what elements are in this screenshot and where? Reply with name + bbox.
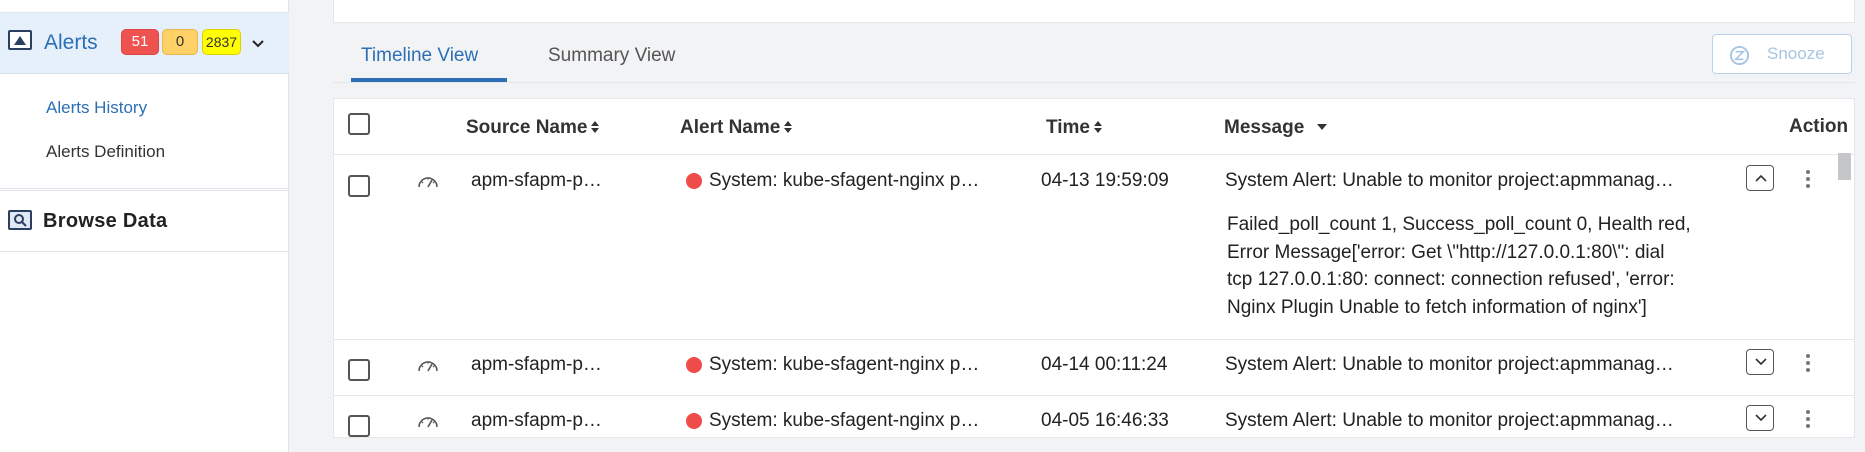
table-row[interactable]: apm-sfapm-p… System: kube-sfagent-nginx …: [334, 340, 1854, 396]
severity-critical-dot: [686, 357, 702, 373]
column-action: Action: [1789, 116, 1849, 137]
alerts-table: Source Name Alert Name Time Message Acti…: [333, 98, 1855, 438]
time-cell: 04-05 16:46:33: [1041, 410, 1169, 431]
more-actions-icon[interactable]: [1805, 409, 1811, 429]
sort-icon: [784, 121, 793, 133]
row-checkbox[interactable]: [348, 415, 370, 437]
select-all-checkbox[interactable]: [348, 113, 370, 135]
time-cell: 04-13 19:59:09: [1041, 170, 1169, 191]
tabs-divider: [333, 82, 1855, 83]
column-label: Time: [1046, 117, 1091, 138]
source-name-cell[interactable]: apm-sfapm-p…: [471, 170, 602, 192]
source-name-cell[interactable]: apm-sfapm-p…: [471, 354, 602, 376]
message-detail-line: tcp 127.0.0.1:80: connect: connection re…: [1227, 269, 1675, 290]
sidebar: Alerts 51 0 2837 Alerts History Alerts D…: [0, 0, 289, 452]
table-scrollbar[interactable]: [1838, 153, 1851, 180]
chevron-up-icon: [1755, 174, 1767, 182]
severity-critical-dot: [686, 173, 702, 189]
message-detail-line: Nginx Plugin Unable to fetch information…: [1227, 296, 1647, 318]
column-time[interactable]: Time: [1046, 117, 1103, 139]
snooze-clock-icon: [1729, 45, 1750, 66]
message-detail: Failed_poll_count 1, Success_poll_count …: [1227, 211, 1691, 321]
gauge-icon: [418, 417, 438, 428]
sidebar-item-alerts-definition[interactable]: Alerts Definition: [46, 142, 165, 162]
alert-name-cell[interactable]: System: kube-sfagent-nginx p…: [709, 170, 979, 192]
sort-icon: [1094, 121, 1103, 133]
gauge-icon: [418, 177, 438, 188]
column-source-name[interactable]: Source Name: [466, 117, 600, 139]
table-header: Source Name Alert Name Time Message Acti…: [334, 99, 1854, 155]
message-cell[interactable]: System Alert: Unable to monitor project:…: [1225, 410, 1674, 432]
message-cell[interactable]: System Alert: Unable to monitor project:…: [1225, 170, 1674, 192]
message-cell[interactable]: System Alert: Unable to monitor project:…: [1225, 354, 1674, 376]
time-cell: 04-14 00:11:24: [1041, 354, 1168, 375]
collapse-row-button[interactable]: [1746, 165, 1774, 191]
warning-count-badge[interactable]: 0: [162, 29, 198, 55]
top-panel: [333, 0, 1855, 23]
sidebar-divider: [0, 251, 289, 252]
alert-name-cell[interactable]: System: kube-sfagent-nginx p…: [709, 354, 979, 376]
tab-timeline-view[interactable]: Timeline View: [361, 45, 478, 67]
message-detail-line: Failed_poll_count 1, Success_poll_count …: [1227, 214, 1691, 235]
sidebar-divider: [0, 190, 289, 191]
sidebar-section-alerts[interactable]: Alerts 51 0 2837: [0, 13, 289, 74]
alert-name-cell[interactable]: System: kube-sfagent-nginx p…: [709, 410, 979, 432]
column-alert-name[interactable]: Alert Name: [680, 117, 793, 139]
sort-icon: [591, 121, 600, 133]
column-label: Alert Name: [680, 117, 781, 138]
sidebar-divider: [0, 188, 289, 189]
expand-row-button[interactable]: [1746, 349, 1774, 375]
column-label: Message: [1224, 117, 1305, 138]
column-label: Source Name: [466, 117, 588, 138]
table-row[interactable]: apm-sfapm-p… System: kube-sfagent-nginx …: [334, 156, 1854, 340]
info-count-badge[interactable]: 2837: [202, 29, 241, 55]
snooze-label: Snooze: [1767, 44, 1825, 63]
sidebar-item-alerts-history[interactable]: Alerts History: [46, 98, 147, 118]
table-row[interactable]: apm-sfapm-p… System: kube-sfagent-nginx …: [334, 396, 1854, 437]
chevron-down-icon: [1755, 358, 1767, 366]
column-message[interactable]: Message: [1224, 117, 1328, 139]
chevron-down-icon: [1755, 414, 1767, 422]
browse-data-icon: [8, 210, 32, 230]
more-actions-icon[interactable]: [1805, 169, 1811, 189]
gauge-icon: [418, 361, 438, 372]
row-checkbox[interactable]: [348, 359, 370, 381]
message-detail-line: Error Message['error: Get \"http://127.0…: [1227, 241, 1665, 263]
sort-desc-icon: [1317, 124, 1328, 130]
more-actions-icon[interactable]: [1805, 353, 1811, 373]
tab-summary-view[interactable]: Summary View: [548, 45, 675, 67]
alerts-label: Alerts: [44, 31, 98, 54]
severity-critical-dot: [686, 413, 702, 429]
alerts-monitor-icon: [8, 30, 32, 50]
critical-count-badge[interactable]: 51: [121, 29, 159, 55]
snooze-button[interactable]: Snooze: [1712, 34, 1852, 74]
sidebar-item-browse-data[interactable]: Browse Data: [43, 210, 167, 233]
expand-row-button[interactable]: [1746, 405, 1774, 431]
source-name-cell[interactable]: apm-sfapm-p…: [471, 410, 602, 432]
row-checkbox[interactable]: [348, 175, 370, 197]
chevron-down-icon[interactable]: [249, 35, 267, 53]
